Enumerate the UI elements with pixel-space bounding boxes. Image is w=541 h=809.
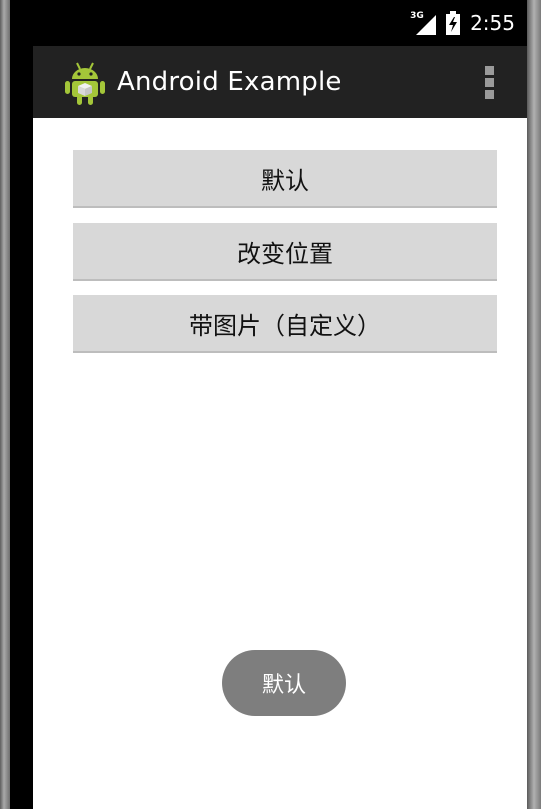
frame-left-edge xyxy=(0,0,10,809)
action-bar: Android Example xyxy=(33,46,527,118)
toast-message: 默认 xyxy=(222,650,346,716)
status-clock: 2:55 xyxy=(470,11,515,35)
overflow-menu-icon[interactable] xyxy=(483,66,495,100)
phone-screen: 3G 2:55 Android Example 默认 改变位置 带图片（自定义）… xyxy=(33,0,527,809)
frame-right-edge xyxy=(527,0,541,809)
status-icons: 3G 2:55 xyxy=(410,9,515,37)
change-position-button[interactable]: 改变位置 xyxy=(73,223,497,281)
battery-icon xyxy=(446,11,461,35)
custom-image-toast-button[interactable]: 带图片（自定义） xyxy=(73,295,497,353)
emulator-frame: 3G 2:55 Android Example 默认 改变位置 带图片（自定义）… xyxy=(0,0,541,809)
main-content: 默认 改变位置 带图片（自定义） 默认 xyxy=(33,118,527,809)
app-title: Android Example xyxy=(117,67,342,97)
android-icon xyxy=(65,61,105,105)
default-toast-button[interactable]: 默认 xyxy=(73,150,497,208)
status-bar: 3G 2:55 xyxy=(33,0,527,46)
signal-icon: 3G xyxy=(410,11,437,35)
device-body: 3G 2:55 Android Example 默认 改变位置 带图片（自定义）… xyxy=(10,0,527,809)
